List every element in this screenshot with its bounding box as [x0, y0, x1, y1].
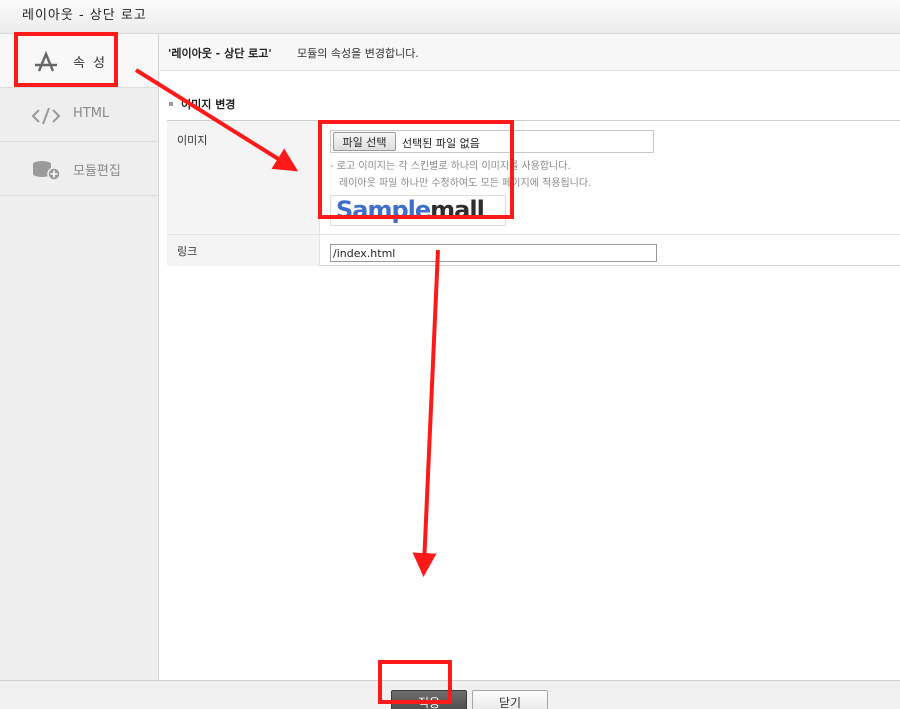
module-name: '레이아웃 - 상단 로고'	[168, 47, 272, 60]
code-icon	[30, 105, 62, 127]
sidebar-item-module-edit[interactable]: 모듈편집	[0, 142, 158, 196]
help-line: - 로고 이미지는 각 스킨별로 하나의 이미지를 사용합니다.	[330, 161, 571, 172]
window-title: 레이아웃 - 상단 로고	[22, 8, 147, 23]
section-title: 이미지 변경	[169, 96, 235, 112]
close-button[interactable]: 닫기	[472, 690, 548, 709]
link-row: 링크	[167, 235, 900, 266]
image-help-text: - 로고 이미지는 각 스킨별로 하나의 이미지를 사용합니다. 레이아웃 파일…	[330, 158, 591, 192]
link-label-cell: 링크	[167, 235, 320, 266]
image-label: 이미지	[177, 134, 208, 147]
sidebar-item-label: 모듈편집	[73, 164, 121, 179]
sidebar-item-html[interactable]: HTML	[0, 88, 158, 142]
help-line: 레이아웃 파일 하나만 수정하여도 모든 페이지에 적용됩니다.	[339, 178, 592, 189]
layout-module-dialog: 레이아웃 - 상단 로고 속성 HTML 모듈편집 '레이아웃 - 상단 로고'…	[0, 0, 900, 709]
image-label-cell: 이미지	[167, 121, 320, 234]
link-label: 링크	[177, 245, 198, 258]
logo-preview: Samplemall	[330, 195, 506, 226]
bullet-icon	[169, 102, 173, 106]
file-status: 선택된 파일 없음	[402, 137, 480, 150]
image-file-input[interactable]: 파일 선택 선택된 파일 없음	[330, 130, 654, 153]
image-row: 이미지 파일 선택 선택된 파일 없음 - 로고 이미지는 각 스킨별로 하나의…	[167, 121, 900, 235]
apply-button[interactable]: 적용	[391, 690, 467, 709]
footer-bar: 적용 닫기	[0, 680, 900, 709]
sidebar: 속성 HTML 모듈편집	[0, 34, 159, 680]
app-store-icon	[30, 50, 62, 73]
sidebar-item-label: 속성	[73, 56, 113, 71]
properties-panel: '레이아웃 - 상단 로고' 모듈의 속성을 변경합니다. 이미지 변경 이미지…	[159, 34, 900, 680]
logo-image: Samplemall	[336, 196, 485, 224]
module-notice: '레이아웃 - 상단 로고' 모듈의 속성을 변경합니다.	[159, 34, 900, 71]
properties-form: 이미지 파일 선택 선택된 파일 없음 - 로고 이미지는 각 스킨별로 하나의…	[167, 120, 900, 266]
sidebar-item-label: HTML	[73, 106, 110, 121]
module-add-icon	[30, 159, 62, 181]
notice-text: 모듈의 속성을 변경합니다.	[297, 47, 419, 60]
sidebar-item-properties[interactable]: 속성	[0, 34, 158, 88]
title-bar: 레이아웃 - 상단 로고	[0, 0, 900, 34]
choose-file-button[interactable]: 파일 선택	[333, 132, 396, 151]
link-input[interactable]	[330, 244, 657, 262]
